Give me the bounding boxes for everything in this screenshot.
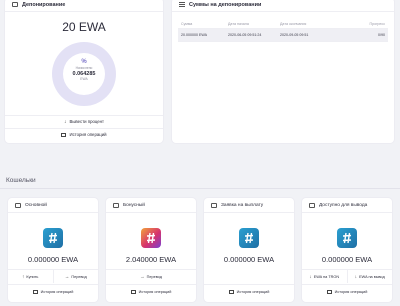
wallet-icon — [211, 202, 217, 208]
wallet-icon — [12, 2, 18, 7]
list-icon — [179, 2, 185, 7]
wallet-title: Доступно для вывода — [319, 202, 368, 208]
history-icon — [32, 289, 38, 294]
arrow-down-icon: ↓ — [309, 274, 312, 279]
history-icon — [130, 289, 136, 294]
transfer-button[interactable]: → Перевод — [52, 270, 99, 283]
cell-amount: 20.000000 EWA — [181, 33, 208, 37]
col-start: Дата начала — [228, 22, 249, 26]
wallets-section-title: Кошельки — [6, 177, 36, 184]
arrow-right-icon: → — [64, 274, 70, 279]
deposit-card: Депонирование 20 EWA % Начислено 0.06428… — [5, 0, 163, 143]
history-icon — [61, 132, 67, 137]
withdraw-percent-button[interactable]: ↓ Вывести процент — [5, 115, 163, 127]
cell-end: 2020-09-05 09:51 — [280, 33, 309, 37]
ewa-to-tron-button[interactable]: ↓ EWA на TRON — [302, 270, 347, 283]
transfer-button[interactable]: → Перевод — [106, 270, 196, 283]
wallet-amount: 2.040000 EWA — [125, 255, 177, 264]
wallet-card-bonus: Бонусный 2.040000 EWA → Перевод История … — [106, 198, 196, 302]
wallet-history-button[interactable]: История операций — [302, 284, 392, 298]
donut-label: Начислено — [75, 66, 93, 70]
ewa-logo-icon — [337, 228, 357, 248]
wallet-icon — [309, 202, 315, 208]
cell-start: 2020-06-05 09:51:24 — [228, 33, 262, 37]
wallet-amount: 0.000000 EWA — [27, 255, 79, 264]
arrow-down-icon: ↓ — [354, 274, 358, 279]
ewa-logo-icon — [43, 228, 63, 248]
wallet-title: Заявка на выплату — [221, 202, 264, 208]
wallet-amount: 0.000000 EWA — [223, 255, 275, 264]
deposit-donut: % Начислено 0.064285 EWA — [52, 42, 116, 106]
wallet-card-main: Основной 0.000000 EWA ↑ Купить → Перевод… — [8, 198, 98, 302]
wallet-history-button[interactable]: История операций — [8, 284, 98, 298]
table-row[interactable]: 20.000000 EWA 2020-06-05 09:51:24 2020-0… — [178, 29, 388, 42]
wallet-icon — [15, 202, 21, 208]
deposit-title: Депонирование — [22, 1, 66, 8]
wallet-icon — [113, 202, 119, 208]
donut-unit: EWA — [80, 77, 88, 81]
deposit-history-label: История операций — [69, 132, 107, 137]
wallet-title: Бонусный — [123, 202, 145, 208]
wallet-history-button[interactable]: История операций — [106, 284, 196, 298]
withdraw-label: Вывести процент — [69, 119, 105, 124]
section-divider — [0, 188, 400, 189]
cell-progress: 0/90 — [378, 33, 385, 37]
wallet-card-available: Доступно для вывода 0.000000 EWA ↓ EWA н… — [302, 198, 392, 302]
deposit-amount: 20 EWA — [62, 20, 106, 34]
history-icon — [228, 289, 234, 294]
sums-title: Суммы на депонировании — [189, 1, 262, 8]
col-end: Дата окончания — [280, 22, 307, 26]
wallet-card-payout-request: Заявка на выплату 0.000000 EWA История о… — [204, 198, 294, 302]
deposit-header: Депонирование — [5, 0, 163, 12]
arrow-right-icon: → — [140, 274, 145, 279]
ewa-logo-icon — [141, 228, 161, 248]
sums-header: Суммы на депонировании — [172, 0, 394, 12]
table-header-row: Сумма Дата начала Дата окончания Прогрес… — [178, 20, 388, 29]
wallet-amount: 0.000000 EWA — [321, 255, 373, 264]
wallet-history-button[interactable]: История операций — [204, 284, 294, 298]
buy-button[interactable]: ↑ Купить — [8, 270, 53, 283]
arrow-down-icon: ↓ — [63, 118, 67, 125]
history-icon — [326, 289, 332, 294]
sums-card: Суммы на депонировании Сумма Дата начала… — [172, 0, 394, 143]
wallet-title: Основной — [25, 202, 47, 208]
sums-table: Сумма Дата начала Дата окончания Прогрес… — [178, 20, 388, 42]
arrow-up-icon: ↑ — [22, 274, 25, 279]
col-progress: Прогресс — [369, 22, 385, 26]
col-amount: Сумма — [181, 22, 193, 26]
ewa-withdraw-button[interactable]: ↓ EWA на вывод — [346, 270, 393, 283]
percent-icon: % — [81, 59, 87, 65]
deposit-history-button[interactable]: История операций — [5, 128, 163, 140]
ewa-logo-icon — [239, 228, 259, 248]
